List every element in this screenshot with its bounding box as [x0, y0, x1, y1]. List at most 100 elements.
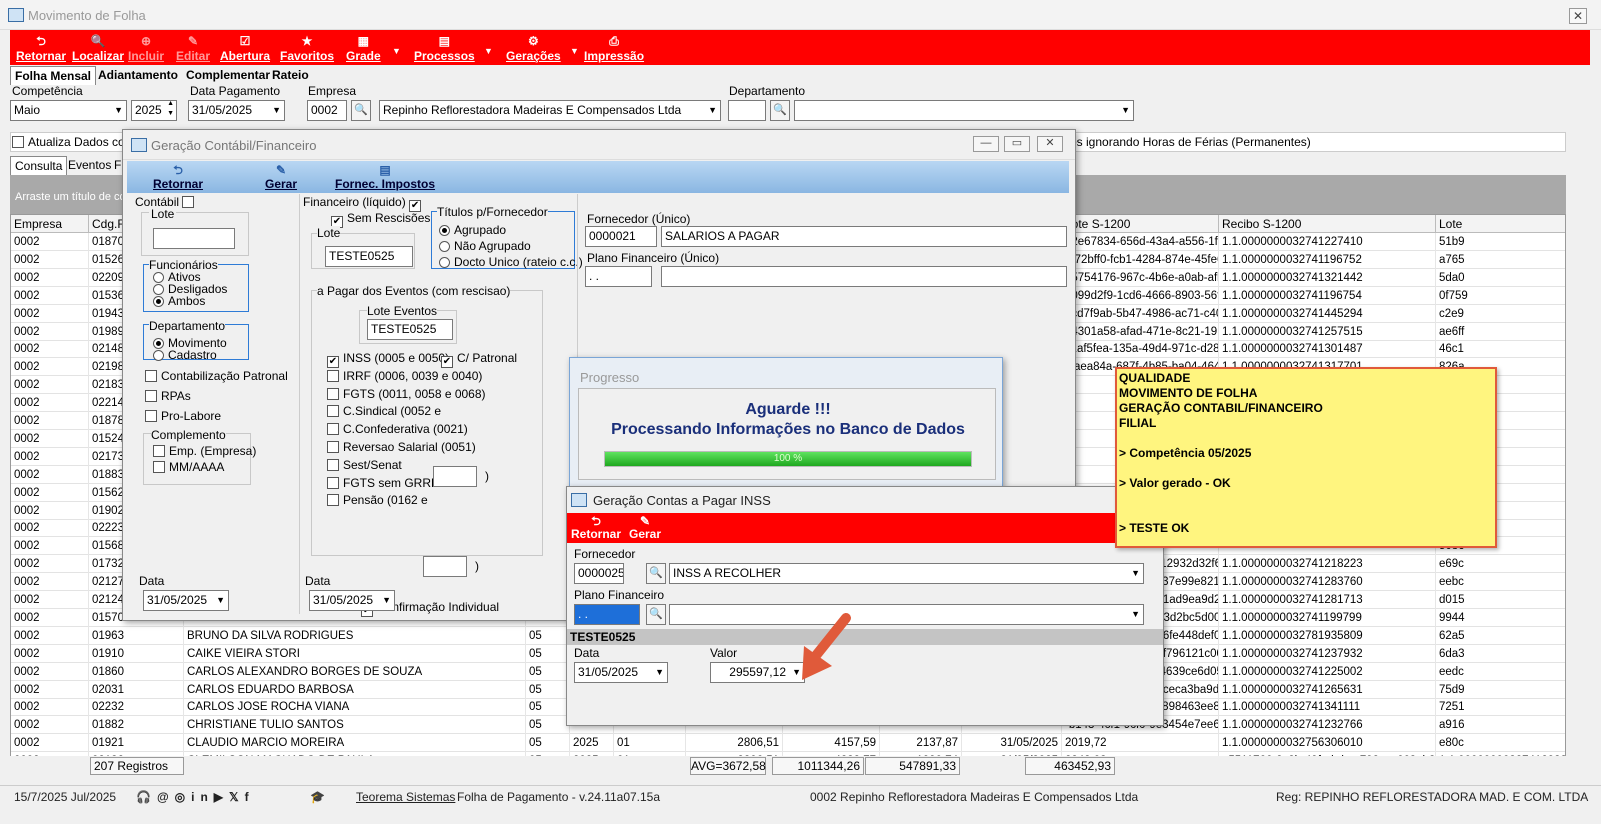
- checkbox-option[interactable]: RPAs: [145, 389, 191, 403]
- grid-header-cell[interactable]: Empresa: [11, 215, 89, 233]
- tab-0[interactable]: Folha Mensal: [10, 66, 97, 85]
- tab-3[interactable]: Rateio: [268, 66, 313, 84]
- plano-name-field[interactable]: [661, 266, 1067, 287]
- inss-plano-code[interactable]: . .: [574, 604, 640, 625]
- grid-cell: 1.1.0000000032756306010: [1219, 734, 1436, 753]
- pensao-field[interactable]: [423, 556, 467, 577]
- empresa-code-field[interactable]: 0002: [307, 100, 347, 121]
- spin-icon[interactable]: ▲ ▼: [167, 101, 174, 119]
- chevron-down-icon[interactable]: ▼: [570, 46, 579, 56]
- search-icon[interactable]: 🔍: [646, 604, 666, 625]
- empresa-select[interactable]: Repinho Reflorestadora Madeiras E Compen…: [379, 100, 721, 121]
- plano-code-field[interactable]: . .: [585, 266, 652, 287]
- toolbar-retornar-button[interactable]: ⮌ Retornar: [16, 34, 66, 63]
- grid-cell: 0002: [11, 340, 89, 359]
- toolbar-grade-button[interactable]: ▦ Grade: [346, 34, 381, 63]
- patronal-checkbox[interactable]: ✔ C/ Patronal: [441, 351, 517, 368]
- checkbox-label: Sest/Senat: [343, 457, 402, 472]
- sem-rescisoes-checkbox[interactable]: ✔ Sem Rescisões: [331, 211, 430, 228]
- inss-valor-field[interactable]: 295597,12 ▼: [710, 662, 805, 683]
- toolbar-impress-o-button[interactable]: ⎙ Impressão: [584, 34, 644, 63]
- grid-header-cell[interactable]: Lote S-1200: [1062, 215, 1219, 233]
- toolbar-processos-button[interactable]: ▤ Processos: [414, 34, 475, 63]
- grid-cell: 0002: [11, 608, 89, 627]
- search-icon[interactable]: 🔍: [351, 100, 371, 121]
- ano-stepper[interactable]: 2025 ▲ ▼: [131, 100, 177, 121]
- checkbox-option[interactable]: Sest/Senat: [327, 458, 402, 472]
- toolbar-abertura-button[interactable]: ☑ Abertura: [220, 34, 270, 63]
- search-icon[interactable]: 🔍: [646, 563, 666, 584]
- departamento-select[interactable]: ▼: [794, 100, 1134, 121]
- inss-gerar-button[interactable]: ✎ Gerar: [629, 515, 661, 541]
- subtab-1[interactable]: Eventos: [64, 156, 115, 174]
- checkbox-option[interactable]: Pensão (0162 e: [327, 493, 428, 507]
- atualiza-checkbox[interactable]: Atualiza Dados conf: [12, 135, 135, 149]
- toolbar-favoritos-button[interactable]: ★ Favoritos: [280, 34, 334, 63]
- contabil-gerar-button[interactable]: ✎ Gerar: [265, 163, 297, 191]
- radio-option[interactable]: Cadastro: [153, 348, 217, 362]
- fornecedor-code-field[interactable]: 0000021: [585, 226, 657, 247]
- radio-option[interactable]: Ambos: [153, 294, 205, 308]
- toolbar-gera-es-button[interactable]: ⚙ Gerações: [506, 34, 561, 63]
- close-button[interactable]: ✕: [1037, 136, 1063, 152]
- checkbox-option[interactable]: C.Confederativa (0021): [327, 422, 468, 436]
- data-left-field[interactable]: 31/05/2025 ▼: [143, 590, 229, 611]
- toolbar-editar-button[interactable]: ✎ Editar: [176, 34, 210, 63]
- inss-fornecedor-select[interactable]: INSS A RECOLHER ▼: [669, 563, 1144, 584]
- toolbar-label: Impressão: [584, 49, 645, 63]
- checkbox-option[interactable]: FGTS (0011, 0058 e 0068): [327, 387, 486, 401]
- checkbox-option[interactable]: FGTS sem GRRF: [327, 476, 438, 490]
- minimize-button[interactable]: —: [973, 136, 999, 152]
- close-window-button[interactable]: ✕: [1569, 8, 1587, 24]
- competencia-label: Competência: [12, 84, 83, 98]
- checkbox-option[interactable]: Reversao Salarial (0051): [327, 440, 476, 454]
- lote2-field[interactable]: TESTE0525: [325, 246, 413, 267]
- checkbox-option[interactable]: IRRF (0006, 0039 e 0040): [327, 369, 482, 383]
- grid-cell: 05: [526, 680, 570, 699]
- chevron-down-icon[interactable]: ▼: [392, 46, 401, 56]
- financeiro-checkbox[interactable]: Financeiro (líquido) ✔: [303, 195, 425, 212]
- radio-option[interactable]: Agrupado: [439, 223, 506, 237]
- checkbox-option[interactable]: Contabilização Patronal: [145, 369, 288, 383]
- tab-2[interactable]: Complementar: [182, 66, 274, 84]
- tab-1[interactable]: Adiantamento: [94, 66, 182, 84]
- checkbox-option[interactable]: Emp. (Empresa): [153, 444, 256, 458]
- checkbox-option[interactable]: ✔ INSS (0005 e 0050): [327, 351, 449, 368]
- grid-cell: eedc: [1436, 663, 1565, 681]
- lote-field[interactable]: [153, 228, 235, 249]
- radio-option[interactable]: Não Agrupado: [439, 239, 531, 253]
- radio-option[interactable]: Docto Unico (rateio c.c.): [439, 255, 583, 269]
- checkbox-option[interactable]: MM/AAAA: [153, 460, 224, 474]
- chevron-down-icon[interactable]: ▼: [484, 46, 493, 56]
- inss-data-field[interactable]: 31/05/2025 ▼: [574, 662, 668, 683]
- checkbox-option[interactable]: C.Sindical (0052 e: [327, 404, 441, 418]
- data-pagamento-field[interactable]: 31/05/2025 ▼: [188, 100, 285, 121]
- inss-retornar-button[interactable]: ⮌ Retornar: [571, 515, 621, 541]
- note-line: GERAÇÃO CONTABIL/FINANCEIRO: [1119, 401, 1323, 415]
- radio-icon: [439, 257, 450, 268]
- checkbox-option[interactable]: Pro-Labore: [145, 409, 221, 423]
- contabil-retornar-button[interactable]: ⮌ Retornar: [153, 163, 203, 191]
- grid-header-cell[interactable]: Recibo S-1200: [1219, 215, 1436, 233]
- checkbox-label: IRRF (0006, 0039 e 0040): [343, 368, 483, 383]
- table-row[interactable]: 0002 01921 CLAUDIO MARCIO MOREIRA 05 2025 01 2…: [11, 734, 1565, 753]
- social-icons[interactable]: 🎧@◎in▶𝕏f: [136, 790, 255, 804]
- brand-link[interactable]: Teorema Sistemas: [356, 790, 455, 804]
- lote-eventos-field[interactable]: TESTE0525: [367, 319, 453, 340]
- csindical-field[interactable]: [433, 466, 477, 487]
- inss-fornecedor-code[interactable]: 0000025: [574, 563, 624, 584]
- search-icon[interactable]: 🔍: [770, 100, 790, 121]
- toolbar-incluir-button[interactable]: ⊕ Incluir: [128, 34, 164, 63]
- maximize-button[interactable]: ▭: [1004, 136, 1030, 152]
- departamento-code-field[interactable]: [728, 100, 766, 121]
- toolbar-localizar-button[interactable]: 🔍 Localizar: [72, 34, 124, 63]
- grid-header-cell[interactable]: Lote: [1436, 215, 1565, 233]
- mes-select[interactable]: Maio ▼: [10, 100, 127, 121]
- grid-cell: 1.1.0000000032741196752: [1219, 250, 1436, 269]
- inss-plano-select[interactable]: ▼: [669, 604, 1144, 625]
- fornecedor-name-field[interactable]: SALARIOS A PAGAR: [661, 226, 1067, 247]
- subtab-0[interactable]: Consulta: [10, 156, 68, 175]
- data-right-field[interactable]: 31/05/2025 ▼: [309, 590, 395, 611]
- contabil-fornec-impostos-button[interactable]: ▤ Fornec. Impostos: [335, 163, 435, 191]
- grid-cell: CARLOS EDUARDO BARBOSA: [184, 680, 526, 699]
